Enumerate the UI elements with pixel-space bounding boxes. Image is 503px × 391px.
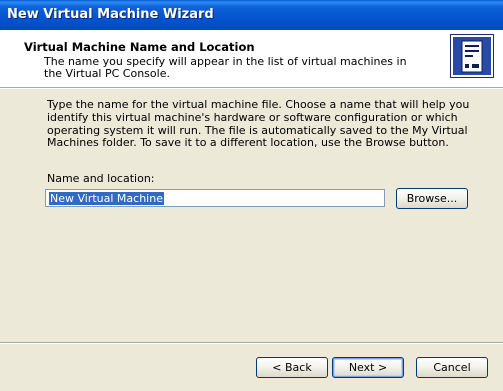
wizard-window: New Virtual Machine Wizard Virtual Machi… xyxy=(0,0,503,391)
page-heading: Virtual Machine Name and Location xyxy=(24,40,255,54)
wizard-header: Virtual Machine Name and Location The na… xyxy=(0,30,503,87)
cancel-button[interactable]: Cancel xyxy=(416,357,488,378)
next-button[interactable]: Next > xyxy=(332,357,404,378)
name-location-label: Name and location: xyxy=(47,172,155,185)
page-subheading: The name you specify will appear in the … xyxy=(44,55,407,80)
name-location-input[interactable]: New Virtual Machine xyxy=(45,189,385,207)
header-divider xyxy=(0,87,503,89)
window-title: New Virtual Machine Wizard xyxy=(7,7,214,22)
computer-tower-icon xyxy=(450,34,494,78)
instructions-text: Type the name for the virtual machine fi… xyxy=(47,98,470,150)
name-location-value: New Virtual Machine xyxy=(49,192,164,205)
footer-divider xyxy=(0,342,503,344)
title-bar[interactable]: New Virtual Machine Wizard xyxy=(0,0,503,30)
back-button[interactable]: < Back xyxy=(256,357,328,378)
browse-button[interactable]: Browse... xyxy=(396,188,468,209)
